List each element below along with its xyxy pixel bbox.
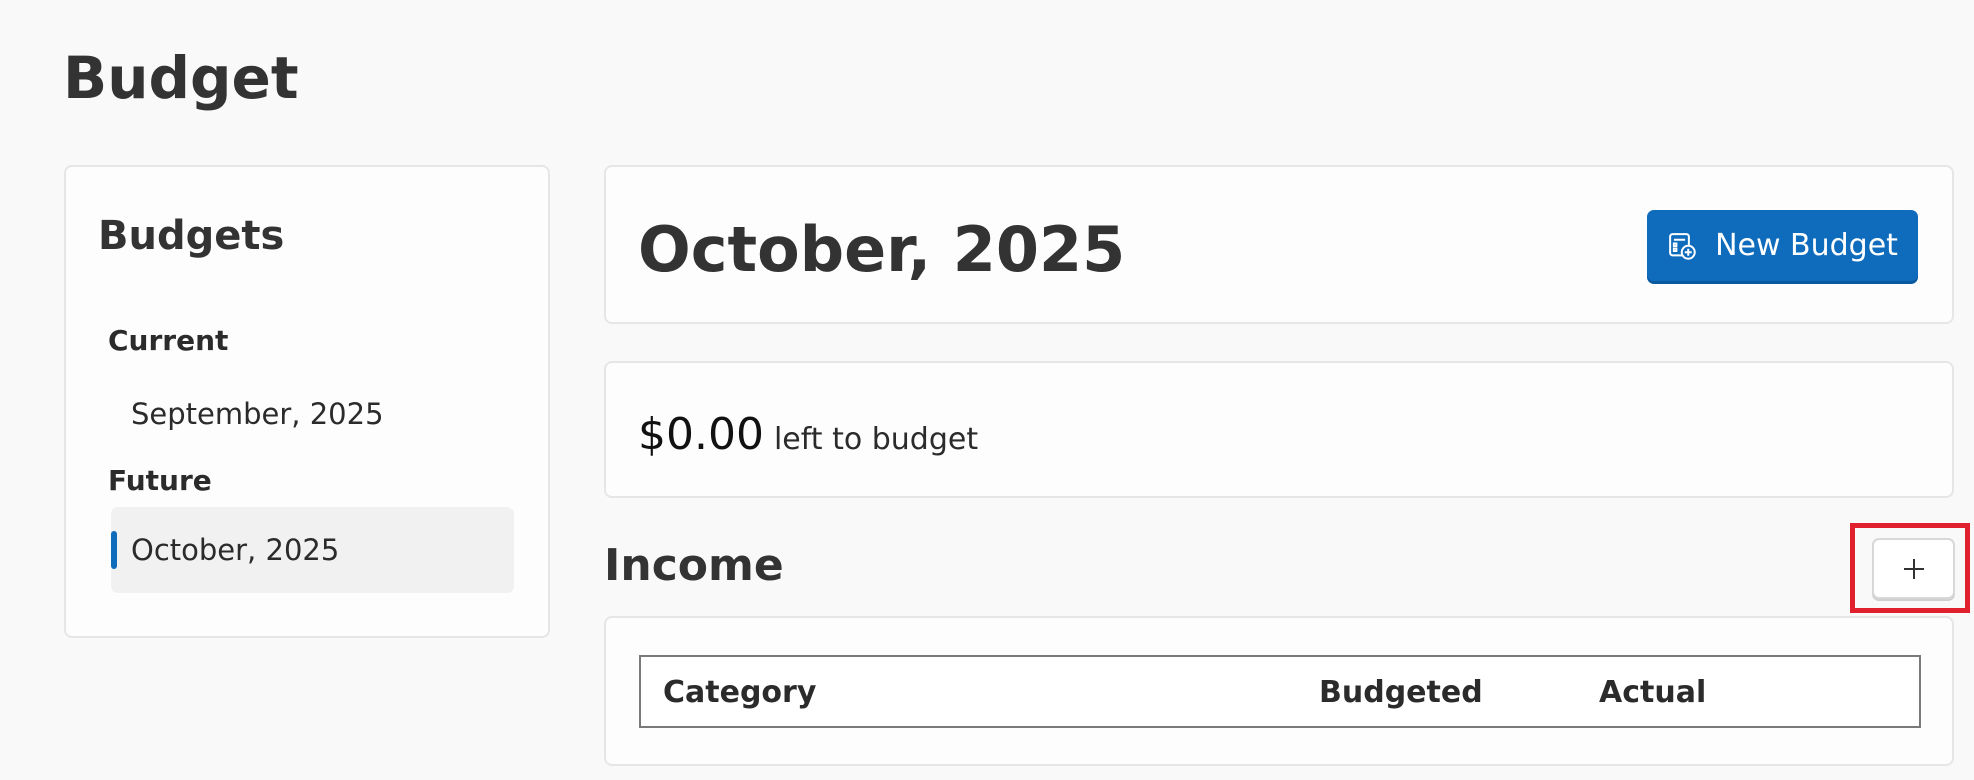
month-title: October, 2025 xyxy=(638,213,1126,286)
sidebar-item-october-2025[interactable]: October, 2025 xyxy=(111,507,514,593)
sidebar-item-september-2025[interactable]: September, 2025 xyxy=(111,371,514,457)
left-to-budget-amount: $0.00 xyxy=(638,409,764,460)
column-header-category: Category xyxy=(663,675,817,710)
budget-add-icon xyxy=(1669,232,1696,260)
income-section-title: Income xyxy=(604,540,784,591)
sidebar-title: Budgets xyxy=(98,213,285,259)
group-label-current: Current xyxy=(108,324,229,357)
highlight-box xyxy=(1850,523,1970,613)
income-table-card: Category Budgeted Actual xyxy=(604,616,1954,766)
new-budget-button[interactable]: New Budget xyxy=(1647,210,1918,281)
budgets-sidebar: Budgets Current September, 2025 Future O… xyxy=(64,165,550,638)
column-header-budgeted: Budgeted xyxy=(1319,675,1483,710)
page-title: Budget xyxy=(63,44,299,112)
selection-indicator xyxy=(111,531,117,569)
income-table-header: Category Budgeted Actual xyxy=(639,655,1921,728)
sidebar-item-label: October, 2025 xyxy=(131,533,340,567)
summary-card: $0.00 left to budget xyxy=(604,361,1954,498)
column-header-actual: Actual xyxy=(1599,675,1707,710)
sidebar-item-label: September, 2025 xyxy=(131,397,384,431)
left-to-budget-label: left to budget xyxy=(773,422,979,457)
budget-header: October, 2025 New Budget xyxy=(604,165,1954,324)
new-budget-label: New Budget xyxy=(1715,228,1898,263)
left-to-budget: $0.00 left to budget xyxy=(638,409,978,460)
group-label-future: Future xyxy=(108,464,212,497)
